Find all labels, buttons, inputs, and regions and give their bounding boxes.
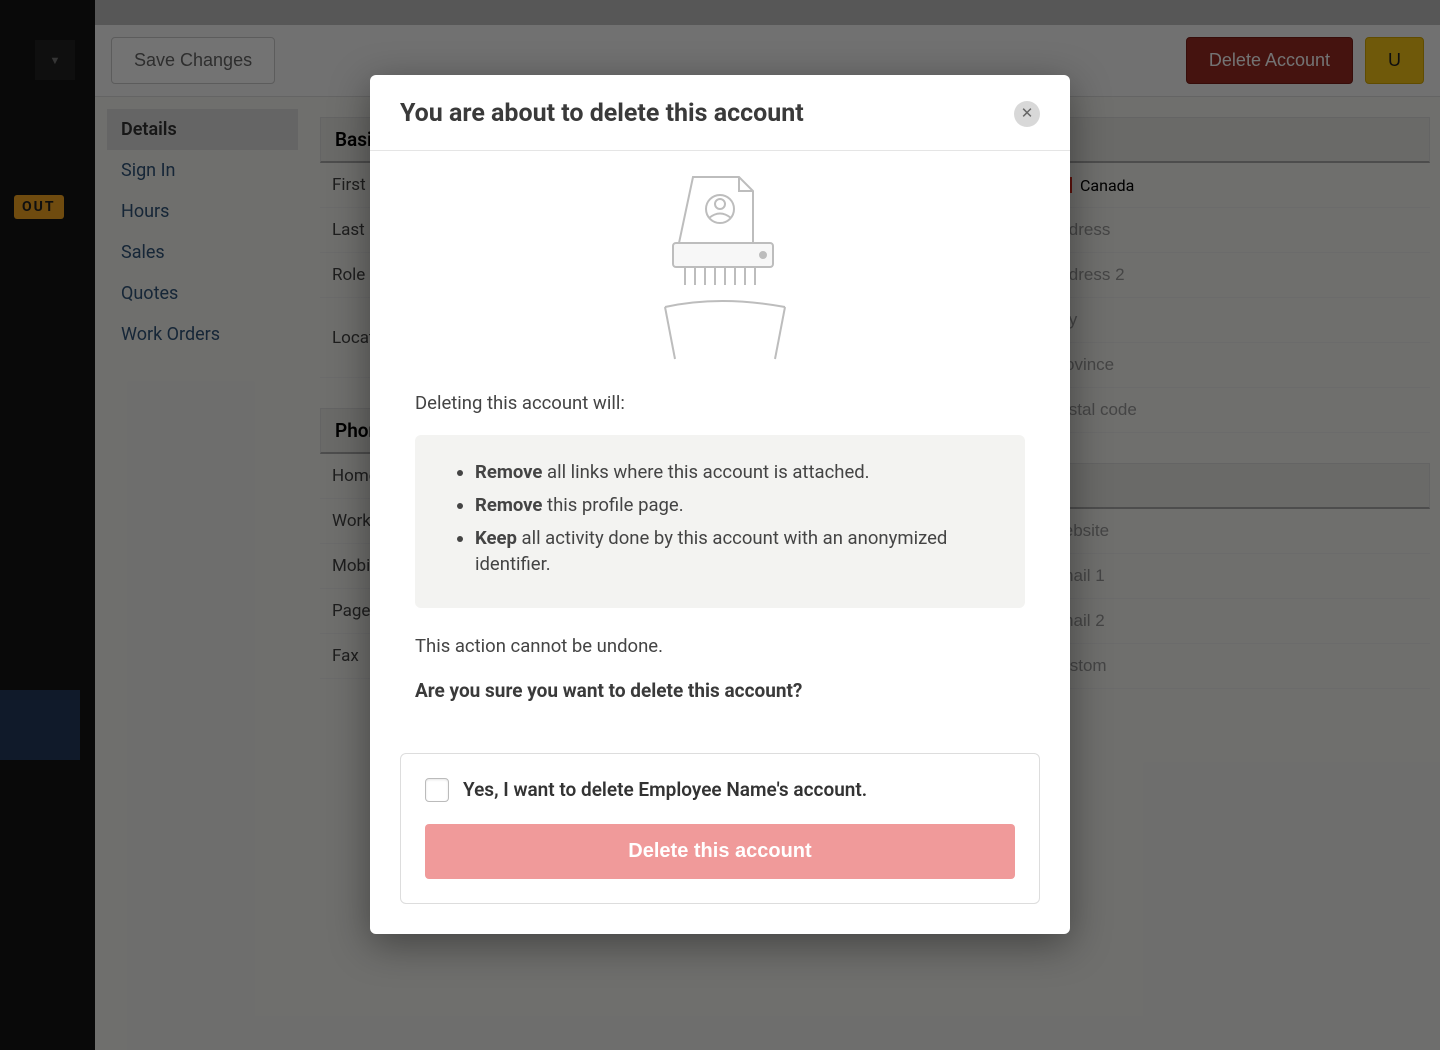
delete-confirm-button[interactable]: Delete this account xyxy=(425,824,1015,879)
modal-title: You are about to delete this account xyxy=(400,99,804,128)
delete-account-modal: You are about to delete this account ✕ xyxy=(370,75,1070,934)
shredder-illustration-icon xyxy=(645,173,795,363)
modal-warning: This action cannot be undone. xyxy=(415,634,1025,660)
modal-intro: Deleting this account will: xyxy=(415,391,1025,417)
bullet1-strong: Remove xyxy=(475,461,542,483)
modal-close-button[interactable]: ✕ xyxy=(1014,101,1040,127)
confirm-checkbox[interactable] xyxy=(425,778,449,802)
bullet2-strong: Remove xyxy=(475,494,542,516)
modal-confirm-question: Are you sure you want to delete this acc… xyxy=(415,678,1025,705)
bullet1-text: all links where this account is attached… xyxy=(542,461,869,483)
bullet3-text: all activity done by this account with a… xyxy=(475,527,947,576)
bullet2-text: this profile page. xyxy=(542,494,683,516)
confirm-panel: Yes, I want to delete Employee Name's ac… xyxy=(400,753,1040,904)
close-icon: ✕ xyxy=(1021,106,1034,121)
consequence-list: Remove all links where this account is a… xyxy=(415,435,1025,608)
confirm-checkbox-label: Yes, I want to delete Employee Name's ac… xyxy=(463,778,867,801)
bullet3-strong: Keep xyxy=(475,527,517,549)
